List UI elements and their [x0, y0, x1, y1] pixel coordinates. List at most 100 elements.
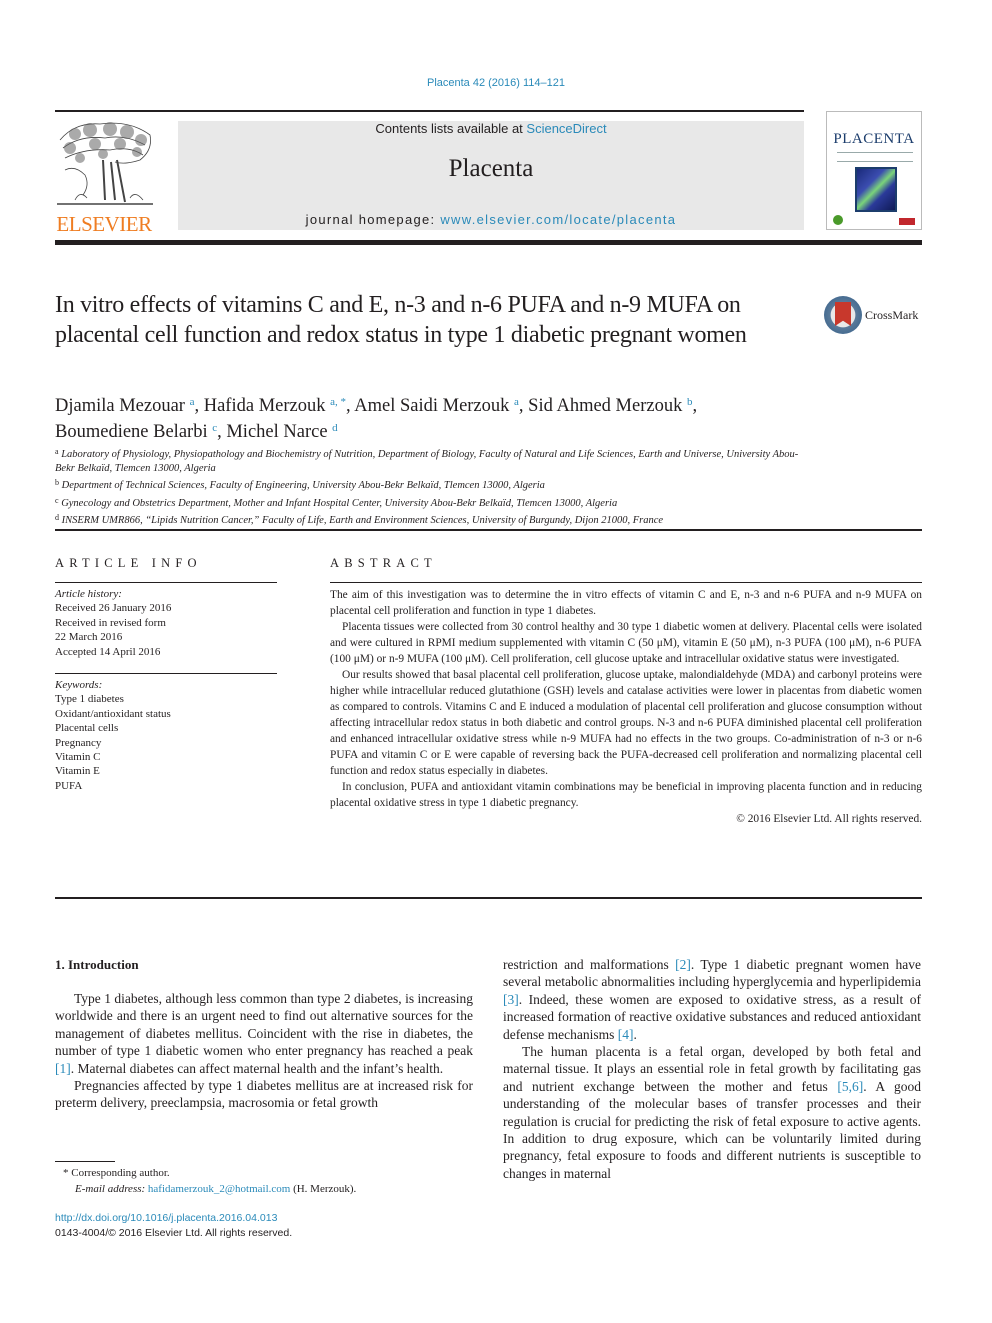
- author-separator: ,: [194, 396, 204, 416]
- abstract-paragraph: In conclusion, PUFA and antioxidant vita…: [330, 781, 922, 809]
- article-info-divider: [55, 582, 277, 583]
- author[interactable]: Michel Narce d: [226, 422, 337, 442]
- history-entry: 22 March 2016: [55, 631, 123, 644]
- crossmark-label: CrossMark: [865, 308, 919, 322]
- cover-title: PLACENTA: [833, 131, 915, 147]
- contents-available-line: Contents lists available at ScienceDirec…: [178, 121, 804, 136]
- sciencedirect-link[interactable]: ScienceDirect: [526, 121, 606, 136]
- body-column-right: restriction and malformations [2]. Type …: [503, 956, 921, 1182]
- affiliations-divider: [55, 529, 922, 531]
- author-affiliation-link[interactable]: d: [332, 422, 338, 434]
- keywords-label: Keywords:: [55, 679, 103, 691]
- history-entry: Accepted 14 April 2016: [55, 645, 161, 658]
- journal-masthead: Contents lists available at ScienceDirec…: [178, 121, 804, 230]
- affiliation-key: d: [55, 512, 59, 522]
- citation-link[interactable]: [4]: [618, 1027, 634, 1042]
- article-info-heading: ARTICLE INFO: [55, 556, 202, 570]
- cover-badge-left-icon: [833, 215, 843, 225]
- email-link[interactable]: hafidamerzouk_2@hotmail.com: [148, 1183, 290, 1195]
- email-label: E-mail address:: [75, 1182, 146, 1195]
- masthead-bottom-rule: [55, 240, 922, 245]
- author[interactable]: Hafida Merzouk a, *: [204, 396, 346, 416]
- affiliation-key: b: [55, 478, 59, 488]
- keyword: Pregnancy: [55, 736, 102, 749]
- body-text: .: [633, 1026, 637, 1042]
- abstract-paragraph: Our results showed that basal placental …: [330, 669, 922, 777]
- elsevier-wordmark: ELSEVIER: [56, 212, 152, 236]
- article-history-label: Article history:: [55, 588, 122, 600]
- body-paragraph: Pregnancies affected by type 1 diabetes …: [55, 1078, 473, 1111]
- citation-link[interactable]: [2]: [675, 957, 691, 972]
- article-title: In vitro effects of vitamins C and E, n-…: [55, 292, 747, 348]
- doi-block: http://dx.doi.org/10.1016/j.placenta.201…: [55, 1211, 475, 1241]
- footnotes: * Corresponding author. E-mail address: …: [55, 1166, 475, 1197]
- body-column-left: Type 1 diabetes, although less common th…: [55, 990, 473, 1112]
- contents-prefix: Contents lists available at: [375, 121, 527, 136]
- author-name: Boumediene Belarbi: [55, 422, 208, 442]
- abstract-divider: [330, 582, 922, 583]
- author-separator: ,: [346, 396, 355, 416]
- citation-link[interactable]: [5,6]: [837, 1079, 863, 1094]
- affiliation-key: c: [55, 495, 59, 505]
- author-name: Sid Ahmed Merzouk: [528, 396, 683, 416]
- cover-badge-right-icon: [899, 218, 915, 225]
- body-paragraph: restriction and malformations [2]. Type …: [503, 956, 921, 1043]
- body-text: . Indeed, these women are exposed to oxi…: [503, 991, 921, 1042]
- affiliation-text: Gynecology and Obstetrics Department, Mo…: [61, 497, 618, 509]
- author-name: Amel Saidi Merzouk: [354, 396, 510, 416]
- abstract-copyright: © 2016 Elsevier Ltd. All rights reserved…: [736, 813, 922, 825]
- elsevier-tree-icon: [57, 122, 153, 205]
- article-history: Article history: Received 26 January 201…: [55, 587, 285, 659]
- citation-link[interactable]: [3]: [503, 992, 519, 1007]
- body-paragraph: The human placenta is a fetal organ, dev…: [503, 1043, 921, 1182]
- body-text: restriction and malformations: [503, 957, 676, 972]
- affiliation: d INSERM UMR866, “Lipids Nutrition Cance…: [55, 511, 815, 528]
- abstract-paragraph: Placenta tissues were collected from 30 …: [330, 621, 922, 665]
- author-name: Michel Narce: [226, 422, 328, 442]
- affiliation-list: a Laboratory of Physiology, Physiopathol…: [55, 445, 815, 528]
- body-text: Type 1 diabetes, although less common th…: [55, 991, 473, 1059]
- author[interactable]: Amel Saidi Merzouk a: [354, 396, 519, 416]
- elsevier-logo[interactable]: ELSEVIER: [52, 118, 156, 236]
- masthead-top-rule: [55, 110, 804, 112]
- author-affiliation-link[interactable]: a, *: [330, 396, 346, 408]
- keywords-divider: [55, 673, 277, 674]
- body-paragraph: Type 1 diabetes, although less common th…: [55, 990, 473, 1077]
- keyword: Type 1 diabetes: [55, 693, 124, 706]
- journal-name: Placenta: [448, 155, 534, 182]
- author-separator: ,: [518, 396, 529, 416]
- keyword: PUFA: [55, 779, 83, 792]
- citation-link[interactable]: [1]: [55, 1061, 71, 1076]
- journal-homepage-link[interactable]: www.elsevier.com/locate/placenta: [440, 212, 676, 227]
- doi-link[interactable]: http://dx.doi.org/10.1016/j.placenta.201…: [55, 1212, 277, 1224]
- issn-copyright: 0143-4004/© 2016 Elsevier Ltd. All right…: [55, 1227, 293, 1239]
- cover-subtitle-lines: [837, 152, 913, 162]
- author[interactable]: Sid Ahmed Merzouk b: [528, 396, 692, 416]
- affiliation: c Gynecology and Obstetrics Department, …: [55, 494, 815, 511]
- author-separator: ,: [217, 422, 227, 442]
- introduction-heading: 1. Introduction: [55, 957, 139, 972]
- affiliation-text: INSERM UMR866, “Lipids Nutrition Cancer,…: [61, 514, 664, 526]
- history-entry: Received in revised form: [55, 616, 166, 629]
- email-suffix: (H. Merzouk).: [290, 1182, 357, 1195]
- email-note: E-mail address: hafidamerzouk_2@hotmail.…: [55, 1182, 475, 1198]
- journal-homepage-line: journal homepage: www.elsevier.com/locat…: [178, 212, 804, 227]
- author[interactable]: Djamila Mezouar a: [55, 396, 194, 416]
- body-text: . A good understanding of the molecular …: [503, 1078, 921, 1181]
- affiliation-text: Department of Technical Sciences, Facult…: [61, 480, 545, 492]
- cover-image: [855, 167, 897, 212]
- history-entry: Received 26 January 2016: [55, 602, 172, 615]
- keyword: Oxidant/antioxidant status: [55, 707, 171, 720]
- author-name: Djamila Mezouar: [55, 396, 185, 416]
- author[interactable]: Boumediene Belarbi c: [55, 422, 217, 442]
- keyword: Vitamin E: [55, 765, 100, 778]
- abstract-heading: ABSTRACT: [330, 556, 437, 570]
- journal-cover-thumbnail[interactable]: PLACENTA: [826, 111, 922, 230]
- abstract-end-divider: [55, 897, 922, 899]
- journal-reference-link[interactable]: Placenta 42 (2016) 114–121: [0, 77, 992, 89]
- corresponding-author-note: * Corresponding author.: [63, 1167, 170, 1179]
- keyword: Vitamin C: [55, 751, 101, 764]
- affiliation: b Department of Technical Sciences, Facu…: [55, 476, 815, 493]
- crossmark-button[interactable]: CrossMark: [824, 296, 934, 336]
- author-list: Djamila Mezouar a, Hafida Merzouk a, *, …: [55, 391, 825, 443]
